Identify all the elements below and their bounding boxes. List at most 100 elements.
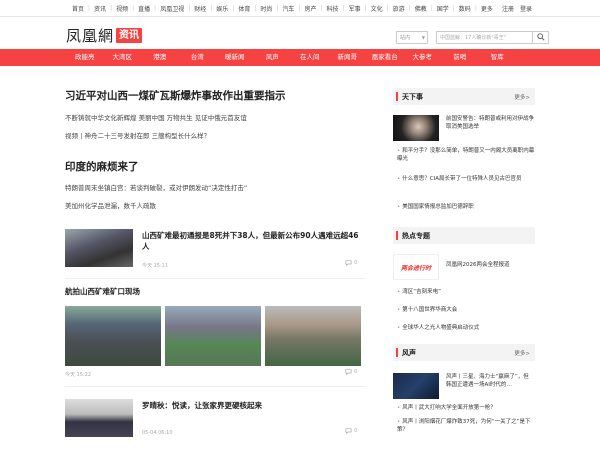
top-nav-item[interactable]: 凤凰卫视 <box>156 4 188 13</box>
sidebar-section-topics: 热点专题 两会进行时 凤凰网2026两会全程报道 • 湾区“吉刻来电” • 第十八国… <box>393 227 535 337</box>
section-header: 热点专题 <box>393 227 535 244</box>
sub-link-2a[interactable]: 特朗普周末坐镇白宫：若谈判破裂，或对伊朗发动“决定性打击” <box>65 182 247 192</box>
news-title-2[interactable]: 罗晴秋：悦读，让张家界更硬核起来 <box>142 400 362 411</box>
section-header: 天下事 更多> <box>393 88 535 105</box>
comment-count-1[interactable]: 0 <box>345 260 357 266</box>
top-nav-item[interactable]: 直播 <box>134 4 154 13</box>
channel-tab[interactable]: 政能亮 <box>66 49 104 66</box>
section-title: 天下事 <box>402 92 423 101</box>
logo-text: 凤凰網 <box>66 27 115 45</box>
news-time-1: 今天 15:11 <box>142 263 168 269</box>
top-nav-item[interactable]: 文化 <box>367 4 387 13</box>
channel-tab[interactable]: 大湾区 <box>104 49 142 66</box>
comment-count-2[interactable]: 0 <box>345 428 357 434</box>
gallery-photo-2[interactable] <box>165 306 261 366</box>
list-item[interactable]: • 全球华人之光人物盛典启动仪式 <box>397 324 535 332</box>
channel-tab[interactable]: 前哨 <box>441 49 479 66</box>
gallery-time: 今天 15:22 <box>65 372 91 378</box>
login-link[interactable]: 登录 <box>520 4 532 13</box>
comment-count-value: 0 <box>354 428 358 434</box>
sub-link-2b[interactable]: 美加州化学品泄漏，数千人疏散 <box>65 200 156 210</box>
news-time-2: 05-04 06:10 <box>142 430 173 436</box>
news-thumb-1[interactable] <box>65 229 133 267</box>
divider <box>65 278 365 279</box>
top-nav-item[interactable]: 时尚 <box>256 4 276 13</box>
top-nav-item[interactable]: 数码 <box>455 4 475 13</box>
logo-tag: 资讯 <box>116 28 143 43</box>
comment-count-value: 0 <box>354 260 358 266</box>
top-nav-item[interactable]: 体育 <box>234 4 254 13</box>
second-story: 印度的麻烦来了 特朗普周末坐镇白宫：若谈判破裂，或对伊朗发动“决定性打击” 美加… <box>65 159 365 210</box>
search-scope-select[interactable]: 站内 ▼ <box>396 30 428 44</box>
comment-icon <box>345 369 352 375</box>
news-item-2: 罗晴秋：悦读，让张家界更硬核起来 05-04 06:10 0 <box>65 397 365 442</box>
top-nav-item[interactable]: 国学 <box>433 4 453 13</box>
section-thumb[interactable] <box>393 373 439 399</box>
divider <box>65 386 365 387</box>
section-thumb[interactable] <box>393 115 439 141</box>
section-thumb[interactable]: 两会进行时 <box>393 254 439 280</box>
chevron-down-icon: ▼ <box>421 34 425 40</box>
gallery: 航拍山西矿难矿口现场 今天 15:22 0 <box>65 286 365 378</box>
list-item[interactable]: • 什么意思？CIA局长带了一位特殊人员见古巴官员 <box>397 175 535 183</box>
section-lead[interactable]: 前国安警告：特朗普或利用对伊战争取消美国选举 <box>446 115 534 131</box>
section-title: 热点专题 <box>402 231 430 240</box>
section-header: 风声 更多> <box>393 344 535 361</box>
list-item[interactable]: • 湾区“吉刻来电” <box>397 288 535 296</box>
site-logo[interactable]: 凤凰網 资讯 <box>66 25 143 46</box>
top-nav-item[interactable]: 更多 <box>477 4 497 13</box>
gallery-photo-1[interactable] <box>65 306 161 366</box>
top-bar: 首页 | 资讯 | 视频 | 直播 | 凤凰卫视 | 财经 | 娱乐 | 体育 | 时尚 | 汽车 | 房产 | 科技 | 军事… <box>0 0 600 17</box>
list-item[interactable]: • 风声丨浏阳烟花厂爆炸致37死，为何“一关了之”是下策？ <box>397 418 535 434</box>
channel-tab[interactable]: 智库 <box>479 49 517 66</box>
top-nav-item[interactable]: 视频 <box>112 4 132 13</box>
comment-count-value: 0 <box>354 369 358 375</box>
logo-row: 凤凰網 资讯 站内 ▼ 中国蓝鲸：17人确诊新"毒王" <box>0 19 600 47</box>
comment-count-gallery[interactable]: 0 <box>345 369 357 375</box>
channel-tab[interactable]: 港澳 <box>141 49 179 66</box>
list-item[interactable]: • 第十八国世界华商大会 <box>397 306 535 314</box>
top-nav-item[interactable]: 科技 <box>323 4 343 13</box>
top-nav-item[interactable]: 汽车 <box>278 4 298 13</box>
more-link[interactable]: 更多> <box>514 93 530 101</box>
top-nav-item[interactable]: 佛教 <box>411 4 431 13</box>
gallery-title[interactable]: 航拍山西矿难矿口现场 <box>65 286 140 297</box>
list-item[interactable]: • 美国国家情报总监加巴德辞职 <box>397 203 535 211</box>
comment-icon <box>345 260 352 266</box>
register-link[interactable]: 注册 <box>502 4 514 13</box>
top-story: 习近平对山西一煤矿瓦斯爆炸事故作出重要指示 不断铸就中华文化新辉煌 美丽中国 万… <box>65 88 365 140</box>
news-title-1[interactable]: 山西矿难最初通报是8死并下38人，但最新公布90人遇难远超46人 <box>142 230 362 252</box>
search-bar: 站内 ▼ 中国蓝鲸：17人确诊新"毒王" <box>396 30 549 44</box>
news-thumb-2[interactable] <box>65 399 133 437</box>
section-lead[interactable]: 风声丨三星、海力士“赢麻了”，但韩国正遭遇一场AI时代的… <box>446 373 534 389</box>
search-button[interactable] <box>533 30 549 44</box>
headline-2[interactable]: 印度的麻烦来了 <box>65 159 365 174</box>
sub-link-1b[interactable]: 视频丨神舟二十三号发射在即 三艘构型长什么样？ <box>65 130 210 140</box>
channel-tab[interactable]: 新闻哥 <box>329 49 367 66</box>
channel-tab[interactable]: 大参考 <box>404 49 442 66</box>
channel-tab[interactable]: 风声 <box>254 49 292 66</box>
headline-1[interactable]: 习近平对山西一煤矿瓦斯爆炸事故作出重要指示 <box>65 88 365 103</box>
top-nav-item[interactable]: 财经 <box>190 4 210 13</box>
gallery-photo-3[interactable] <box>265 306 361 366</box>
channel-tab[interactable]: 台湾 <box>179 49 217 66</box>
search-input[interactable]: 中国蓝鲸：17人确诊新"毒王" <box>436 30 533 44</box>
top-nav-item[interactable]: 娱乐 <box>212 4 232 13</box>
top-nav-item[interactable]: 房产 <box>300 4 320 13</box>
list-item[interactable]: • 和平分手？没那么简单，特朗普又一内阁大员离职内幕曝光 <box>397 147 535 163</box>
search-scope-label: 站内 <box>400 34 411 41</box>
top-nav-item[interactable]: 首页 <box>68 4 88 13</box>
sub-link-1a[interactable]: 不断铸就中华文化新辉煌 美丽中国 万物共生 见证中俄元首友谊 <box>65 112 247 122</box>
more-link[interactable]: 更多> <box>514 349 530 357</box>
list-item[interactable]: • 风声丨武大打响大学全面开放第一枪？ <box>397 404 535 412</box>
top-nav-item[interactable]: 资讯 <box>90 4 110 13</box>
channel-tab[interactable]: 暖新闻 <box>216 49 254 66</box>
top-nav-item[interactable]: 军事 <box>345 4 365 13</box>
channel-tab[interactable]: 在人间 <box>291 49 329 66</box>
top-nav-item[interactable]: 旅游 <box>389 4 409 13</box>
section-lead[interactable]: 凤凰网2026两会全程报道 <box>446 261 534 269</box>
top-nav: 首页 | 资讯 | 视频 | 直播 | 凤凰卫视 | 财经 | 娱乐 | 体育 | 时尚 | 汽车 | 房产 | 科技 | 军事… <box>68 0 497 17</box>
search-icon <box>536 33 545 41</box>
thumb-caption: 两会进行时 <box>400 264 431 272</box>
channel-tab[interactable]: 凰家看台 <box>366 49 404 66</box>
